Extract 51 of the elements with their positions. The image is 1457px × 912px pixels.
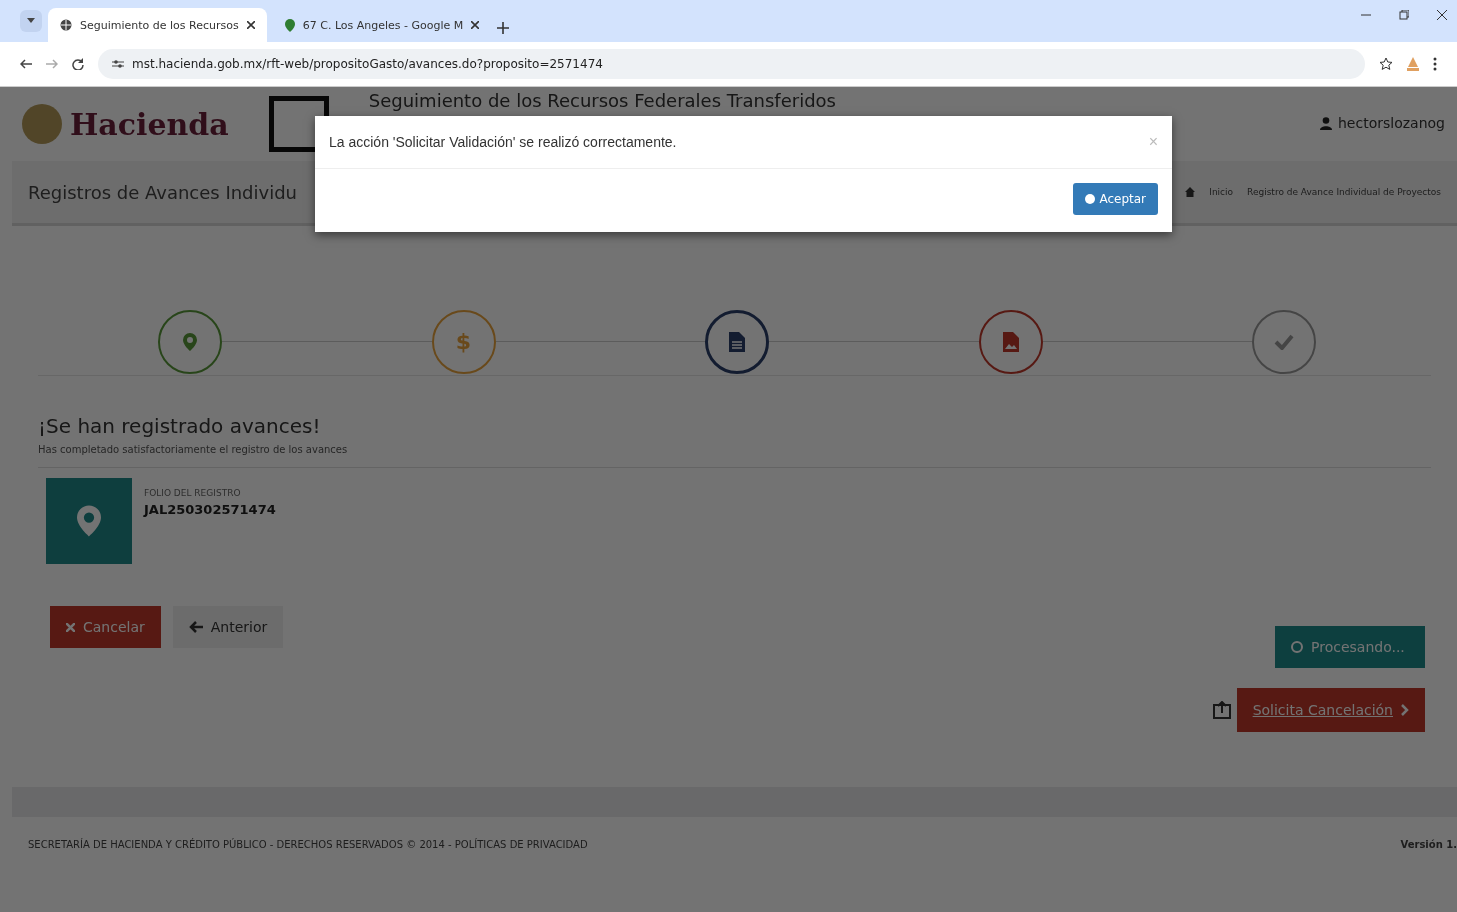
accept-button[interactable]: Aceptar — [1073, 183, 1158, 215]
cancel-button[interactable]: Cancelar — [50, 606, 161, 648]
spinner-icon — [1291, 641, 1303, 653]
breadcrumb-link[interactable]: Registro de Avance Individual de Proyectos — [1247, 187, 1441, 197]
back-button[interactable]: Anterior — [172, 606, 284, 648]
address-bar[interactable]: mst.hacienda.gob.mx/rft-web/propositoGasto/avances.do?proposito=2571474 — [98, 49, 1365, 79]
folio-label: FOLIO DEL REGISTRO — [144, 488, 242, 498]
new-tab-icon[interactable] — [497, 22, 510, 34]
page-title: Registros de Avances Individu — [28, 181, 298, 203]
globe-icon — [60, 19, 72, 31]
star-icon[interactable] — [1379, 57, 1393, 71]
check-icon — [1274, 333, 1294, 350]
success-message: Has completado satisfactoriamente el registro de los avances — [38, 444, 1431, 468]
chevron-down-icon — [27, 18, 35, 24]
map-pin-icon — [77, 505, 101, 537]
upload-icon — [1212, 701, 1231, 719]
close-icon — [66, 622, 75, 632]
folio-number: JAL250302571474 — [144, 502, 276, 517]
map-pin-icon — [183, 332, 197, 351]
user-icon — [1320, 116, 1332, 130]
request-cancellation-button[interactable]: Solicita Cancelación — [1236, 688, 1425, 732]
step-circle[interactable]: $ — [431, 309, 496, 374]
brand-name: Hacienda — [70, 106, 229, 142]
site-title: Seguimiento de los Recursos Federales Transferidos — [368, 90, 836, 111]
browser-tab[interactable]: Seguimiento de los Recursos — [48, 8, 267, 42]
map-pin-icon — [284, 18, 295, 32]
seal-icon — [22, 104, 62, 144]
back-arrow-icon[interactable] — [20, 59, 32, 69]
close-button[interactable]: × — [1148, 133, 1158, 151]
browser-tab[interactable]: 67 C. Los Angeles - Google M — [272, 8, 492, 42]
processing-button[interactable]: Procesando... — [1275, 626, 1425, 668]
close-icon[interactable] — [1437, 10, 1447, 20]
breadcrumb-link[interactable]: Inicio — [1209, 187, 1234, 197]
dialog-message: La acción 'Solicitar Validación' se realizó correctamente. — [329, 134, 677, 150]
chevron-right-icon — [1401, 704, 1409, 716]
site-settings-icon — [112, 59, 124, 69]
success-heading: ¡Se han registrado avances! — [38, 414, 322, 438]
close-icon[interactable] — [471, 21, 480, 29]
dollar-icon: $ — [455, 329, 472, 354]
footer-text: SECRETARÍA DE HACIENDA Y CRÉDITO PÚBLICO - DERECHOS RESERVADOS © 2014 - POLÍTICAS DE PRIVACIDAD — [28, 839, 588, 850]
tab-list-button[interactable] — [20, 10, 42, 32]
close-icon[interactable] — [246, 21, 255, 29]
reload-icon[interactable] — [72, 58, 84, 70]
version-label: Versión 1. — [1400, 839, 1457, 850]
image-file-icon — [1002, 331, 1019, 352]
home-icon — [1185, 187, 1196, 197]
user-name[interactable]: hectorslozanog — [1338, 115, 1445, 131]
left-arrow-icon — [188, 621, 203, 633]
menu-icon[interactable] — [1433, 57, 1437, 71]
document-icon — [729, 331, 745, 352]
restore-icon[interactable] — [1399, 10, 1409, 20]
